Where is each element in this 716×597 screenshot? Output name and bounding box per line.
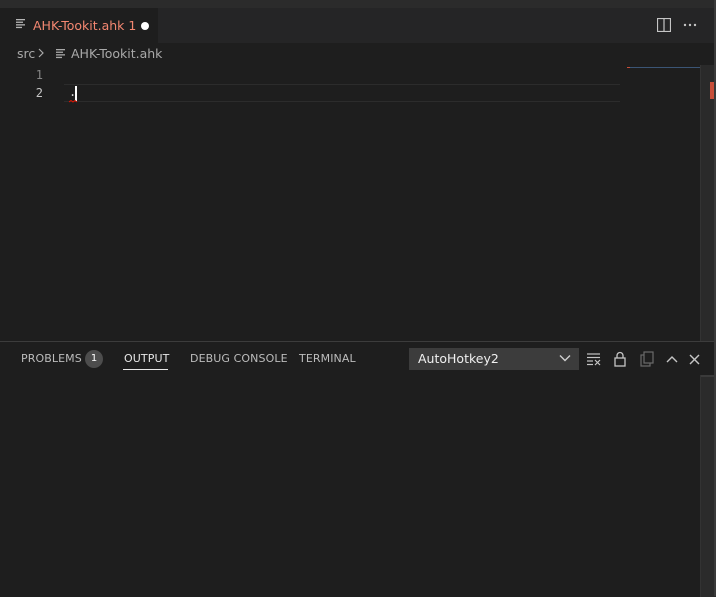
file-lines-icon — [16, 19, 25, 29]
split-editor-icon[interactable] — [656, 16, 672, 34]
output-channel-value: AutoHotkey2 — [418, 351, 499, 366]
dirty-dot-icon[interactable] — [141, 22, 149, 30]
chevron-down-icon — [559, 355, 571, 362]
breadcrumb: src AHK-Tookit.ahk — [0, 43, 700, 65]
tab-terminal[interactable]: TERMINAL — [299, 352, 356, 365]
more-actions-icon[interactable] — [682, 16, 698, 34]
editor-tab-bar: AHK-Tookit.ahk 1 — [0, 8, 716, 43]
output-channel-select[interactable]: AutoHotkey2 — [409, 348, 579, 370]
clear-output-icon[interactable] — [586, 351, 602, 367]
close-panel-icon[interactable] — [686, 351, 702, 367]
editor-scrollbar[interactable] — [700, 65, 715, 341]
line-number-active: 2 — [35, 86, 43, 100]
tab-output[interactable]: OUTPUT — [124, 352, 169, 365]
file-lines-icon — [56, 49, 65, 59]
open-log-icon[interactable] — [639, 351, 655, 367]
line-number: 1 — [35, 68, 43, 82]
window-top-strip — [0, 0, 716, 8]
active-tab-underline — [123, 369, 168, 370]
chevron-right-icon — [38, 48, 44, 58]
lock-scroll-icon[interactable] — [612, 351, 628, 367]
tab-title: AHK-Tookit.ahk 1 — [33, 18, 137, 33]
tab-problems[interactable]: PROBLEMS — [21, 352, 82, 365]
tab-debug-console[interactable]: DEBUG CONSOLE — [190, 352, 288, 365]
overview-error-mark — [627, 67, 630, 68]
breadcrumb-folder[interactable]: src — [17, 46, 35, 61]
bottom-panel: PROBLEMS 1 OUTPUT DEBUG CONSOLE TERMINAL… — [0, 341, 716, 597]
editor-tab[interactable]: AHK-Tookit.ahk 1 — [0, 8, 158, 43]
problems-count-badge: 1 — [85, 350, 103, 368]
overview-ruler-line — [627, 67, 700, 68]
current-line-highlight — [64, 84, 620, 102]
maximize-panel-icon[interactable] — [664, 351, 680, 367]
breadcrumb-file[interactable]: AHK-Tookit.ahk — [71, 46, 162, 61]
editor-scrollbar-thumb[interactable] — [701, 65, 714, 341]
code-editor[interactable]: 1 2 . — [0, 65, 700, 341]
error-squiggle — [69, 100, 77, 103]
text-cursor — [75, 86, 77, 101]
